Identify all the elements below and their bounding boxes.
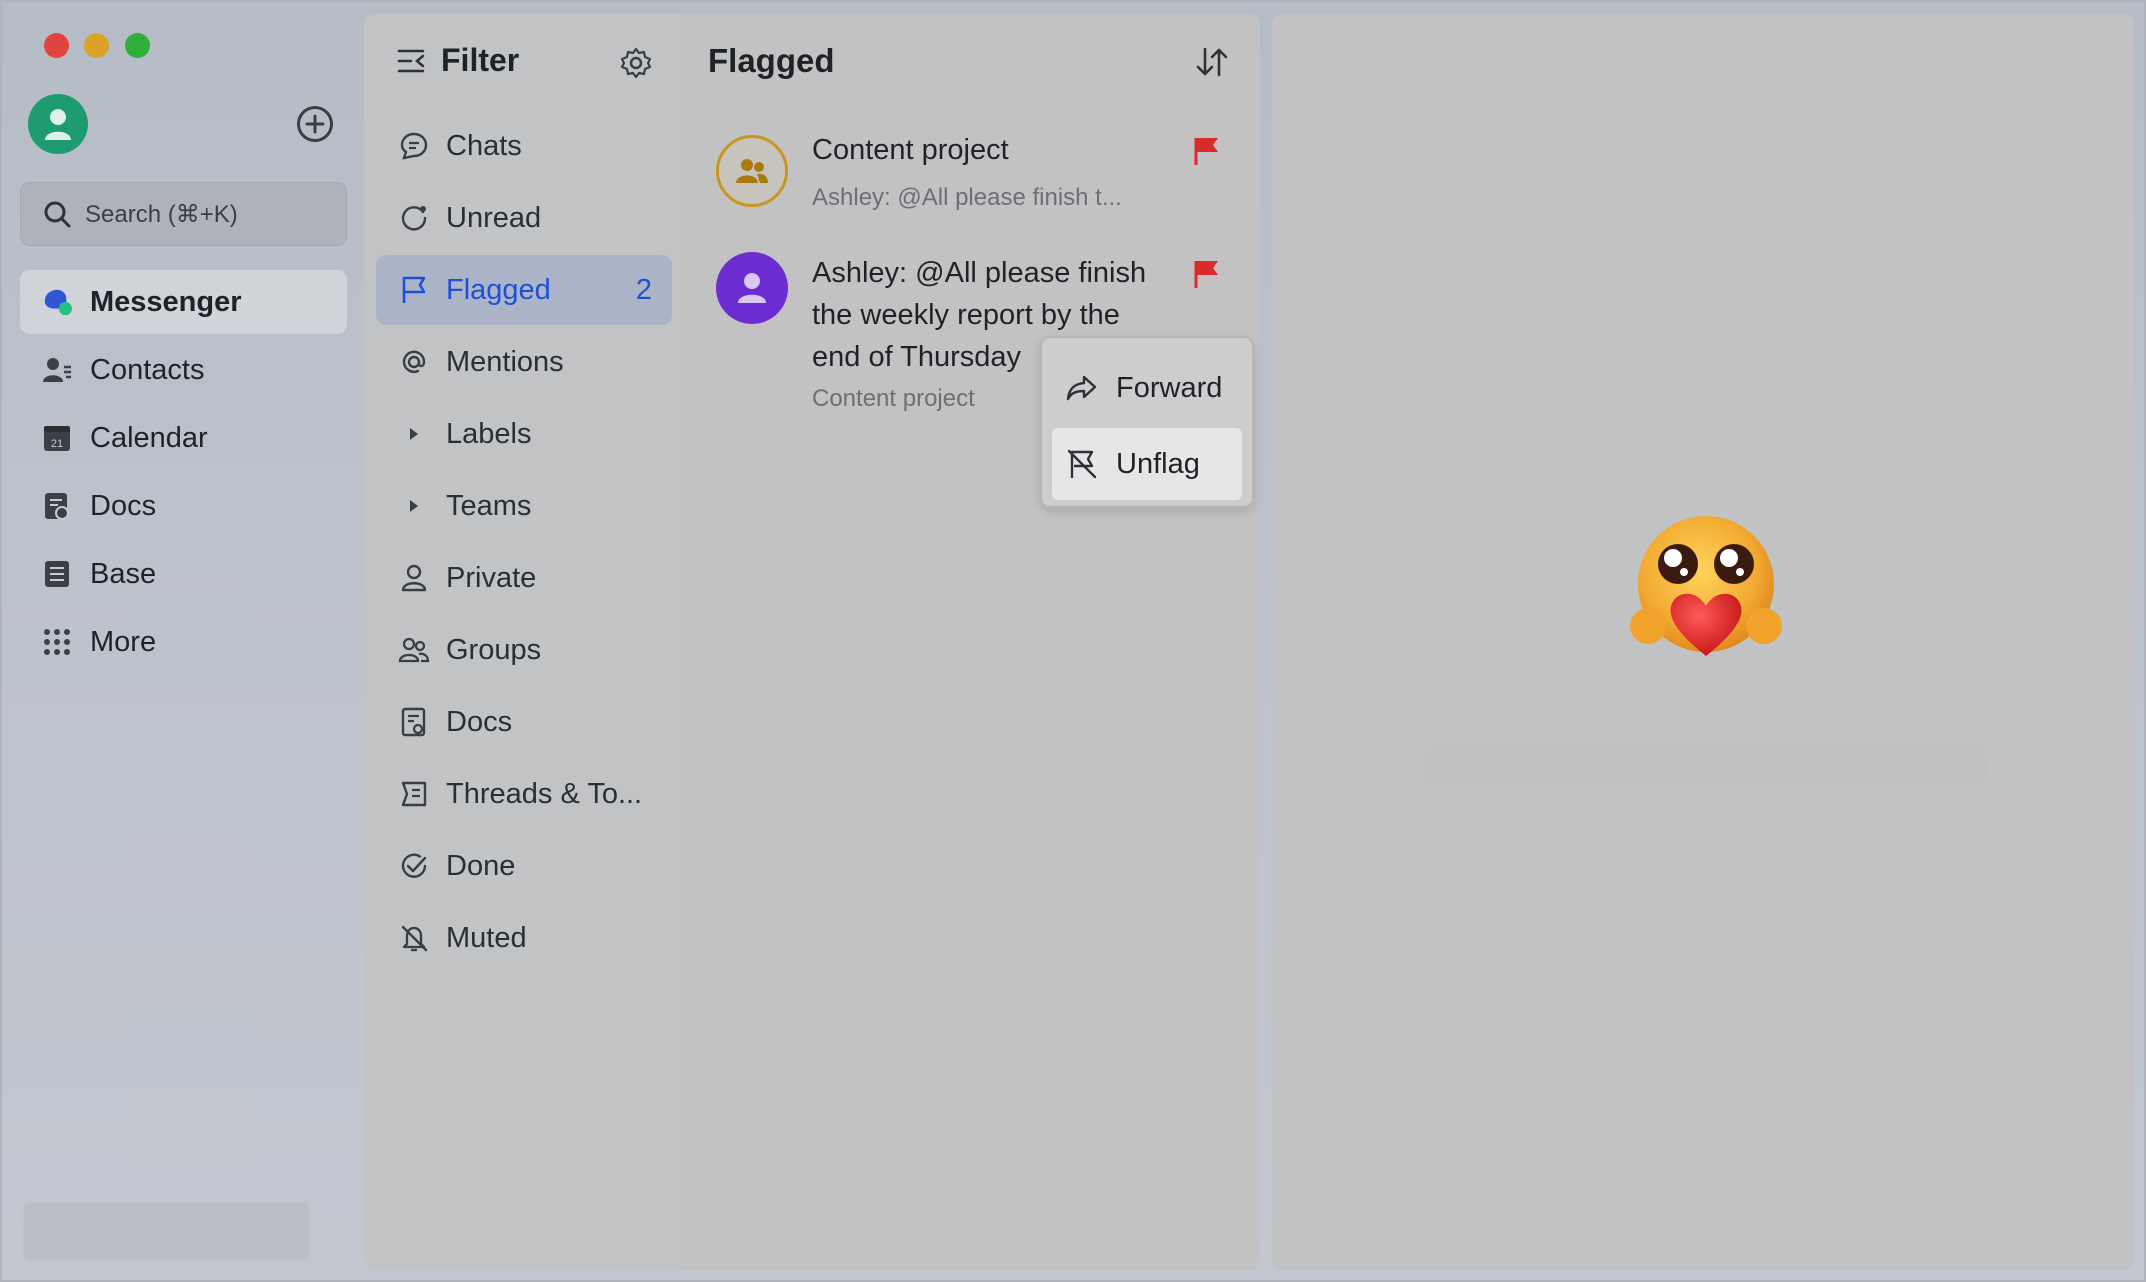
forward-menu-item[interactable]: Forward (1052, 352, 1242, 424)
filter-item-flagged[interactable]: Flagged 2 (376, 255, 672, 325)
unflag-menu-item[interactable]: Unflag (1052, 428, 1242, 500)
person-icon (45, 109, 71, 140)
nav-item-label: Messenger (90, 285, 242, 318)
filter-item-unread[interactable]: Unread (376, 183, 672, 253)
filter-item-label: Private (446, 561, 537, 594)
caret-right-icon[interactable] (398, 418, 430, 450)
person-icon (738, 273, 766, 303)
filter-item-done[interactable]: Done (376, 831, 672, 901)
nav-item-label: Base (90, 557, 157, 590)
collapse-filter-icon[interactable] (397, 47, 427, 75)
calendar-date-text: 21 (51, 438, 63, 450)
filter-item-docs[interactable]: Docs (376, 687, 672, 757)
filter-item-label: Docs (446, 705, 513, 738)
forward-arrow-icon (1066, 375, 1097, 401)
flag-icon[interactable] (1193, 136, 1221, 166)
at-sign-icon (398, 346, 430, 378)
filter-item-label: Chats (446, 129, 522, 162)
contacts-icon (42, 355, 72, 385)
nav-item-label: More (90, 625, 157, 658)
nav-item-label: Contacts (90, 353, 205, 386)
check-circle-icon (398, 850, 430, 882)
filter-header: Filter (397, 42, 519, 79)
more-grid-icon (42, 627, 72, 657)
user-avatar[interactable] (28, 94, 88, 154)
list-title: Flagged (708, 42, 835, 79)
filter-item-threads[interactable]: Threads & To... (376, 759, 672, 829)
nav-item-calendar[interactable]: 21 Calendar (20, 406, 347, 470)
menu-item-label: Forward (1116, 371, 1223, 404)
filter-item-label: Muted (446, 921, 527, 954)
flagged-count-badge: 2 (635, 273, 652, 306)
filter-item-label: Unread (446, 201, 542, 234)
menu-item-label: Unflag (1116, 447, 1200, 480)
calendar-icon: 21 (42, 423, 72, 453)
person-avatar (716, 252, 788, 324)
person-icon (398, 562, 430, 594)
group-icon (398, 634, 430, 666)
filter-item-label: Mentions (446, 345, 564, 378)
blurred-footer (24, 1202, 309, 1260)
close-window-button[interactable] (44, 33, 69, 58)
filter-item-label: Done (446, 849, 516, 882)
chat-bubble-icon (398, 130, 430, 162)
nav-item-docs[interactable]: Docs (20, 474, 347, 538)
search-icon (44, 201, 71, 228)
settings-gear-icon[interactable] (619, 46, 653, 80)
base-icon (42, 559, 72, 589)
bell-off-icon (398, 922, 430, 954)
docs-icon (42, 491, 72, 521)
nav-item-label: Calendar (90, 421, 208, 454)
nav-item-label: Docs (90, 489, 157, 522)
heart-hug-emoji-illustration (1630, 516, 1782, 656)
filter-item-muted[interactable]: Muted (376, 903, 672, 973)
messenger-icon (42, 287, 72, 317)
search-input[interactable]: Search (⌘+K) (20, 182, 347, 246)
group-avatar (716, 135, 788, 207)
message-context: Content project (812, 385, 975, 412)
unread-icon (398, 202, 430, 234)
plus-icon (305, 114, 325, 134)
filter-item-labels[interactable]: Labels (376, 399, 672, 469)
unflag-icon (1067, 449, 1097, 479)
zoom-window-button[interactable] (125, 33, 150, 58)
group-icon (736, 159, 768, 183)
caret-right-icon[interactable] (398, 490, 430, 522)
nav-item-base[interactable]: Base (20, 542, 347, 606)
filter-item-label: Teams (446, 489, 532, 522)
search-placeholder: Search (⌘+K) (85, 200, 238, 228)
filter-item-label: Threads & To... (446, 777, 643, 810)
threads-icon (398, 778, 430, 810)
sort-icon[interactable] (1194, 44, 1230, 80)
filter-item-private[interactable]: Private (376, 543, 672, 613)
nav-item-more[interactable]: More (20, 610, 347, 674)
filter-item-chats[interactable]: Chats (376, 111, 672, 181)
nav-item-contacts[interactable]: Contacts (20, 338, 347, 402)
doc-icon (398, 706, 430, 738)
flag-icon[interactable] (1193, 259, 1221, 289)
filter-item-groups[interactable]: Groups (376, 615, 672, 685)
minimize-window-button[interactable] (84, 33, 109, 58)
flag-outline-icon (398, 274, 430, 306)
message-preview: Ashley: @All please finish t... (812, 184, 1122, 211)
app-window: Search (⌘+K) Messenger Contacts 21 Calen… (0, 0, 2146, 1282)
context-menu: Forward Unflag (1040, 336, 1254, 508)
filter-item-label: Labels (446, 417, 532, 450)
filter-item-label: Flagged (446, 273, 551, 306)
message-title: Content project (812, 134, 1009, 166)
filter-item-mentions[interactable]: Mentions (376, 327, 672, 397)
add-button[interactable] (297, 106, 333, 142)
filter-title: Filter (441, 42, 520, 78)
blurred-caption (1426, 746, 1988, 788)
filter-item-label: Groups (446, 633, 542, 666)
filter-item-teams[interactable]: Teams (376, 471, 672, 541)
nav-item-messenger[interactable]: Messenger (20, 270, 347, 334)
